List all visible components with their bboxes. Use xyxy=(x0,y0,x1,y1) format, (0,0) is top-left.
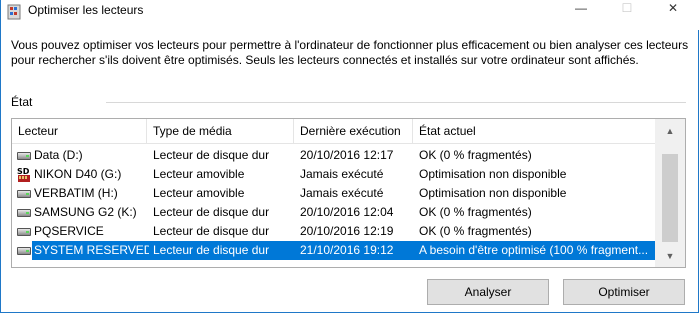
last-run: 20/10/2016 12:19 xyxy=(300,224,394,238)
optimize-drives-window: Optimiser les lecteurs — ☐ ✕ Vous pouvez… xyxy=(0,0,699,313)
section-divider xyxy=(106,102,686,103)
scroll-up-arrow-icon[interactable]: ▲ xyxy=(655,119,685,144)
scroll-down-arrow-icon[interactable]: ▼ xyxy=(655,245,685,267)
last-run: Jamais exécuté xyxy=(300,186,384,200)
column-header-derniere-execution[interactable]: Dernière exécution xyxy=(294,119,413,143)
vertical-scrollbar[interactable]: ▲ ▼ xyxy=(655,119,685,267)
column-header-lecteur[interactable]: Lecteur xyxy=(12,119,147,143)
table-row[interactable]: Data (D:) Lecteur de disque dur 20/10/20… xyxy=(12,146,655,165)
hard-drive-icon xyxy=(17,228,31,236)
drive-name: PQSERVICE xyxy=(34,224,104,238)
current-status: Optimisation non disponible xyxy=(419,167,567,181)
minimize-button[interactable]: — xyxy=(558,0,604,16)
title-bar[interactable]: Optimiser les lecteurs — ☐ ✕ xyxy=(1,0,699,30)
hard-drive-icon xyxy=(17,152,31,160)
hard-drive-icon xyxy=(17,247,31,255)
media-type: Lecteur amovible xyxy=(153,167,245,181)
sd-card-icon: SD xyxy=(17,167,30,182)
scroll-thumb[interactable] xyxy=(662,154,678,242)
status-section-label: État xyxy=(11,95,33,109)
window-title: Optimiser les lecteurs xyxy=(28,3,144,17)
drive-name: SAMSUNG G2 (K:) xyxy=(34,205,137,219)
table-row[interactable]: SD NIKON D40 (G:) Lecteur amovible Jamai… xyxy=(12,165,655,184)
table-row[interactable]: SAMSUNG G2 (K:) Lecteur de disque dur 20… xyxy=(12,203,655,222)
drive-name: VERBATIM (H:) xyxy=(34,186,118,200)
svg-text:SD: SD xyxy=(17,167,30,176)
last-run: Jamais exécuté xyxy=(300,167,384,181)
media-type: Lecteur amovible xyxy=(153,186,245,200)
last-run: 20/10/2016 12:17 xyxy=(300,148,394,162)
current-status: OK (0 % fragmentés) xyxy=(419,148,532,162)
current-status: OK (0 % fragmentés) xyxy=(419,205,532,219)
current-status: Optimisation non disponible xyxy=(419,186,567,200)
media-type: Lecteur de disque dur xyxy=(153,148,270,162)
media-type: Lecteur de disque dur xyxy=(153,243,270,257)
optimize-button[interactable]: Optimiser xyxy=(563,279,685,305)
media-type: Lecteur de disque dur xyxy=(153,205,270,219)
analyze-button[interactable]: Analyser xyxy=(427,279,549,305)
drive-name: NIKON D40 (G:) xyxy=(34,167,122,181)
media-type: Lecteur de disque dur xyxy=(153,224,270,238)
column-header-etat-actuel[interactable]: État actuel xyxy=(413,119,655,143)
column-header-type[interactable]: Type de média xyxy=(147,119,294,143)
drives-list[interactable]: Lecteur Type de média Dernière exécution… xyxy=(11,118,686,268)
column-header-row: Lecteur Type de média Dernière exécution… xyxy=(12,119,655,144)
hard-drive-icon xyxy=(17,190,31,198)
drive-name: SYSTEM RESERVED xyxy=(34,243,149,257)
hard-drive-icon xyxy=(17,209,31,217)
current-status: OK (0 % fragmentés) xyxy=(419,224,532,238)
table-row[interactable]: VERBATIM (H:) Lecteur amovible Jamais ex… xyxy=(12,184,655,203)
defrag-app-icon xyxy=(7,4,21,20)
drive-name: Data (D:) xyxy=(34,148,83,162)
last-run: 20/10/2016 12:04 xyxy=(300,205,394,219)
description-text: Vous pouvez optimiser vos lecteurs pour … xyxy=(11,38,689,67)
table-row[interactable]: PQSERVICE Lecteur de disque dur 20/10/20… xyxy=(12,222,655,241)
close-button[interactable]: ✕ xyxy=(650,0,696,16)
last-run: 21/10/2016 19:12 xyxy=(300,243,394,257)
maximize-button[interactable]: ☐ xyxy=(604,0,650,16)
table-row-selected[interactable]: SYSTEM RESERVED Lecteur de disque dur 21… xyxy=(12,241,655,260)
current-status: A besoin d'être optimisé (100 % fragment… xyxy=(419,243,649,257)
